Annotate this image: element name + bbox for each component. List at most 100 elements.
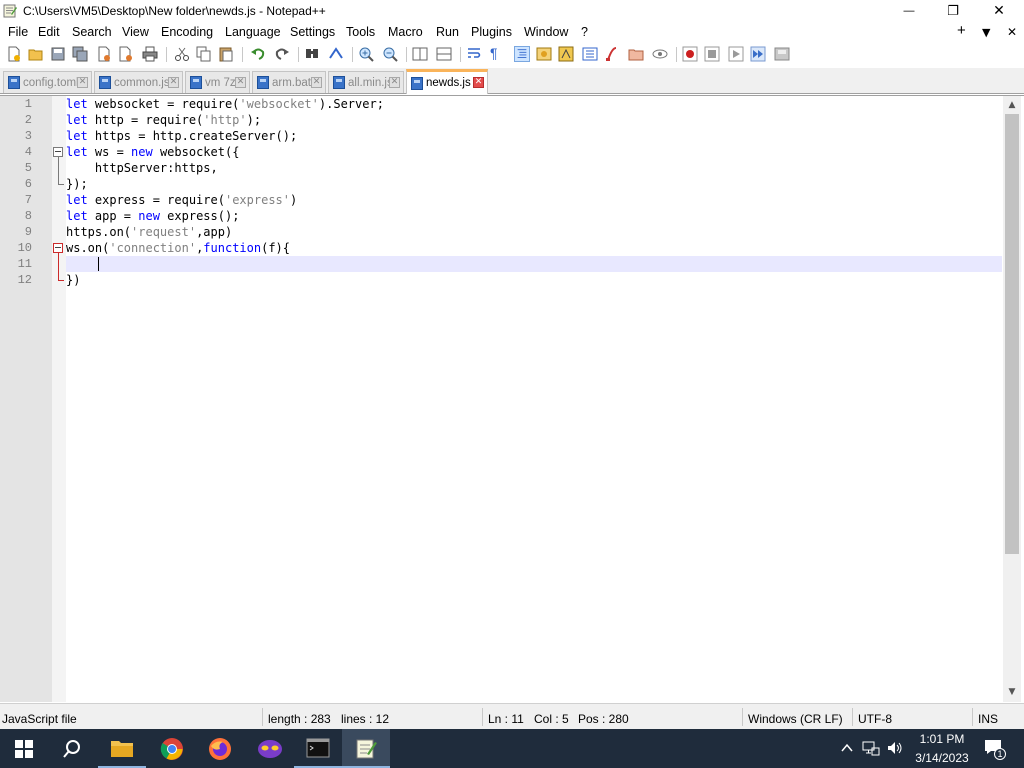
- menu-macro[interactable]: Macro: [388, 25, 423, 39]
- zoom-out-icon[interactable]: [382, 46, 398, 62]
- play-macro-icon[interactable]: [728, 46, 744, 62]
- search-button[interactable]: [48, 729, 96, 768]
- status-encoding[interactable]: UTF-8: [858, 712, 892, 726]
- status-eol-format[interactable]: Windows (CR LF): [748, 712, 843, 726]
- menu-help[interactable]: ?: [581, 25, 588, 39]
- close-all-icon[interactable]: [118, 46, 134, 62]
- new-tab-plus-icon[interactable]: +: [957, 22, 966, 39]
- line-number[interactable]: 11: [0, 257, 32, 271]
- zoom-in-icon[interactable]: [358, 46, 374, 62]
- taskbar-firefox[interactable]: [196, 729, 244, 768]
- line-number[interactable]: 12: [0, 273, 32, 287]
- taskbar-clock-date[interactable]: 3/14/2023: [910, 751, 974, 765]
- tab-close-icon[interactable]: ✕: [389, 77, 400, 88]
- monitoring-eye-icon[interactable]: [652, 46, 668, 62]
- save-macro-icon[interactable]: [774, 46, 790, 62]
- volume-icon[interactable]: [886, 740, 904, 756]
- fold-collapse-icon[interactable]: [53, 147, 63, 157]
- code-line[interactable]: ws.on('connection',function(f){: [66, 241, 290, 255]
- scrollbar-thumb[interactable]: [1005, 114, 1019, 554]
- code-line[interactable]: httpServer:https,: [66, 161, 218, 175]
- start-button[interactable]: [0, 729, 48, 768]
- line-number[interactable]: 10: [0, 241, 32, 255]
- vertical-scrollbar[interactable]: ▲ ▼: [1003, 96, 1021, 702]
- tab-all-min-js[interactable]: all.min.js ✕: [328, 71, 404, 93]
- new-file-icon[interactable]: [6, 46, 22, 62]
- code-line[interactable]: let app = new express();: [66, 209, 239, 223]
- folder-as-workspace-icon[interactable]: [604, 46, 620, 62]
- minimize-button[interactable]: —: [886, 0, 932, 22]
- menu-encoding[interactable]: Encoding: [161, 25, 213, 39]
- sync-horizontal-icon[interactable]: [436, 46, 452, 62]
- copy-icon[interactable]: [196, 46, 212, 62]
- fold-collapse-icon[interactable]: [53, 243, 63, 253]
- status-insert-mode[interactable]: INS: [978, 712, 998, 726]
- menu-plugins[interactable]: Plugins: [471, 25, 512, 39]
- doc-map-icon[interactable]: [558, 46, 574, 62]
- line-number[interactable]: 7: [0, 193, 32, 207]
- taskbar-command-prompt[interactable]: [294, 729, 342, 768]
- tab-close-icon[interactable]: ✕: [235, 77, 246, 88]
- taskbar-notepadpp[interactable]: [342, 729, 390, 768]
- save-icon[interactable]: [50, 46, 66, 62]
- define-language-icon[interactable]: [536, 46, 552, 62]
- code-editor[interactable]: 1 2 3 4 5 6 7 8 9 10 11 12 let websocket = require(…: [0, 95, 1024, 702]
- tab-close-icon[interactable]: ✕: [473, 77, 484, 88]
- tab-close-icon[interactable]: ✕: [311, 77, 322, 88]
- code-line[interactable]: let http = require('http');: [66, 113, 261, 127]
- word-wrap-icon[interactable]: [466, 46, 482, 62]
- replace-icon[interactable]: [328, 46, 344, 62]
- taskbar-file-explorer[interactable]: [98, 729, 146, 768]
- title-bar[interactable]: C:\Users\VM5\Desktop\New folder\newds.js…: [0, 0, 1024, 22]
- show-hidden-icons-chevron-icon[interactable]: [840, 741, 854, 755]
- menu-run[interactable]: Run: [436, 25, 459, 39]
- code-line[interactable]: let express = require('express'): [66, 193, 297, 207]
- close-file-icon[interactable]: [96, 46, 112, 62]
- cut-icon[interactable]: [174, 46, 190, 62]
- show-all-characters-icon[interactable]: ¶: [490, 45, 506, 61]
- tab-close-icon[interactable]: ✕: [77, 77, 88, 88]
- notification-center-button[interactable]: 1: [978, 734, 1008, 762]
- line-number[interactable]: 1: [0, 97, 32, 111]
- menu-window[interactable]: Window: [524, 25, 568, 39]
- tab-config-toml[interactable]: config.toml ✕: [3, 71, 92, 93]
- code-line[interactable]: https.on('request',app): [66, 225, 232, 239]
- code-line[interactable]: let https = http.createServer();: [66, 129, 297, 143]
- tab-close-icon[interactable]: ✕: [168, 77, 179, 88]
- close-window-button[interactable]: ✕: [976, 0, 1022, 22]
- network-icon[interactable]: [862, 740, 880, 756]
- menu-view[interactable]: View: [122, 25, 149, 39]
- scroll-up-arrow-icon[interactable]: ▲: [1006, 99, 1018, 111]
- tab-vm-7z[interactable]: vm 7z ✕: [185, 71, 250, 93]
- code-line[interactable]: });: [66, 177, 88, 191]
- tab-list-dropdown-icon[interactable]: ▼: [982, 26, 990, 39]
- line-number[interactable]: 2: [0, 113, 32, 127]
- menu-search[interactable]: Search: [72, 25, 112, 39]
- undo-icon[interactable]: [250, 46, 266, 62]
- menu-tools[interactable]: Tools: [346, 25, 375, 39]
- record-macro-icon[interactable]: [682, 46, 698, 62]
- open-file-icon[interactable]: [28, 46, 44, 62]
- taskbar-chrome[interactable]: [148, 729, 196, 768]
- code-line[interactable]: }): [66, 273, 80, 287]
- redo-icon[interactable]: [274, 46, 290, 62]
- menu-file[interactable]: File: [8, 25, 28, 39]
- paste-icon[interactable]: [218, 46, 234, 62]
- taskbar-app-mask[interactable]: [246, 729, 294, 768]
- run-macro-multiple-icon[interactable]: [750, 46, 766, 62]
- menu-edit[interactable]: Edit: [38, 25, 60, 39]
- sync-vertical-icon[interactable]: [412, 46, 428, 62]
- tab-arm-bat[interactable]: arm.bat ✕: [252, 71, 326, 93]
- print-icon[interactable]: [142, 46, 158, 62]
- line-number[interactable]: 9: [0, 225, 32, 239]
- line-number[interactable]: 8: [0, 209, 32, 223]
- taskbar-clock-time[interactable]: 1:01 PM: [918, 732, 966, 746]
- close-document-icon[interactable]: ✕: [1007, 25, 1017, 39]
- function-list-icon[interactable]: [582, 46, 598, 62]
- tab-newds-js[interactable]: newds.js ✕: [406, 69, 488, 94]
- line-number[interactable]: 5: [0, 161, 32, 175]
- scroll-down-arrow-icon[interactable]: ▼: [1006, 686, 1018, 698]
- menu-settings[interactable]: Settings: [290, 25, 335, 39]
- tab-common-js[interactable]: common.js ✕: [94, 71, 183, 93]
- fold-margin[interactable]: [52, 96, 66, 702]
